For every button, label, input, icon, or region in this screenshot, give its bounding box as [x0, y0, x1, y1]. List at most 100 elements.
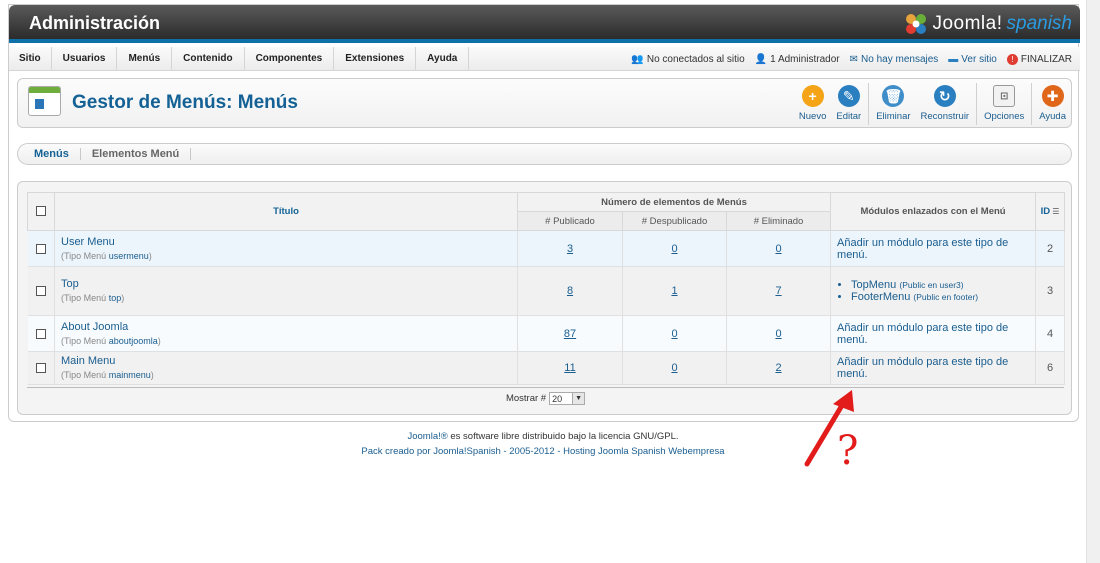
published-count-link[interactable]: 11: [564, 362, 575, 374]
modules-cell: Añadir un módulo para este tipo de menú.: [830, 230, 1037, 267]
add-module-link[interactable]: Añadir un módulo para este tipo de menú.: [837, 237, 1008, 261]
eliminar-button[interactable]: 🗑 Eliminar: [871, 83, 915, 125]
menu-type: (Tipo Menú aboutjoomla): [61, 335, 161, 346]
toolbar: Gestor de Menús: Menús + Nuevo ✎ Editar 🗑 Eli…: [17, 78, 1072, 128]
not-connected-label: No conectados al sitio: [646, 53, 745, 65]
table-row: Main Menu (Tipo Menú mainmenu) 11 0 2 Añadir …: [27, 351, 1066, 385]
sort-icon: ☰: [1050, 207, 1060, 216]
menu-title-link[interactable]: Top: [61, 278, 511, 290]
reconstruir-button[interactable]: ↻ Reconstruir: [916, 83, 975, 125]
id-header-label: ID: [1040, 206, 1051, 217]
unpublished-count-link[interactable]: 1: [671, 285, 677, 297]
view-site-link[interactable]: ▬ Ver sitio: [948, 54, 997, 65]
logout-label: FINALIZAR: [1020, 53, 1072, 65]
show-label: Mostrar #: [505, 393, 547, 404]
joomla-link[interactable]: Joomla!®: [407, 431, 447, 442]
menu-title-link[interactable]: Main Menu: [61, 355, 511, 367]
unpublished-count-link[interactable]: 0: [671, 362, 677, 374]
add-module-link[interactable]: Añadir un módulo para este tipo de menú.: [837, 322, 1008, 346]
toolbar-buttons: + Nuevo ✎ Editar 🗑 Eliminar ↻ Reconstruir ⊡ Opcio…: [794, 83, 1071, 125]
menu-title-link[interactable]: About Joomla: [61, 321, 511, 333]
menu-item-sitio[interactable]: Sitio: [9, 47, 52, 71]
title-cell: Top (Tipo Menú top): [54, 266, 518, 316]
trashed-count-link[interactable]: 7: [775, 285, 781, 297]
logout-link[interactable]: ! FINALIZAR: [1006, 53, 1072, 65]
menu-type: (Tipo Menú usermenu): [61, 250, 152, 261]
module-position-note: (Public en footer): [913, 292, 979, 302]
menu-item-extensiones[interactable]: Extensiones: [334, 47, 417, 71]
not-connected-status: 👥 No conectados al sitio: [631, 54, 744, 65]
select-all-checkbox[interactable]: [36, 206, 46, 217]
unpublished-count-link[interactable]: 0: [671, 328, 677, 340]
menu-type-label: Tipo Menú: [64, 335, 107, 346]
row-checkbox[interactable]: [35, 286, 46, 297]
trashed-column-header: # Eliminado: [725, 211, 832, 231]
published-count-link[interactable]: 3: [567, 243, 573, 255]
trashed-count-link[interactable]: 0: [775, 328, 781, 340]
trashed-count-link[interactable]: 0: [775, 243, 781, 255]
modules-cell: Añadir un módulo para este tipo de menú.: [830, 315, 1037, 352]
menu-item-componentes[interactable]: Componentes: [245, 47, 335, 71]
published-count-link[interactable]: 87: [564, 328, 576, 340]
title-cell: About Joomla (Tipo Menú aboutjoomla): [54, 315, 518, 352]
unpublished-count-link[interactable]: 0: [671, 243, 677, 255]
module-link[interactable]: TopMenu: [851, 279, 896, 291]
menu-item-menús[interactable]: Menús: [117, 47, 173, 71]
credits-footer[interactable]: Pack creado por Joomla!Spanish - 2005-20…: [0, 446, 1086, 457]
menu-type-value: mainmenu: [108, 370, 151, 380]
admins-label: 1 Administrador: [770, 53, 840, 65]
row-checkbox[interactable]: [35, 243, 46, 254]
row-checkbox[interactable]: [35, 363, 46, 374]
question-mark-annotation: ?: [837, 428, 859, 474]
menu-item-usuarios[interactable]: Usuarios: [52, 47, 118, 71]
list-limit-select[interactable]: 20 ▼: [549, 392, 586, 405]
ayuda-button[interactable]: ✚ Ayuda: [1034, 83, 1071, 125]
menu-title-link[interactable]: User Menu: [61, 236, 511, 248]
joomla-logo[interactable]: Joomla! spanish: [904, 10, 1072, 38]
id-cell: 3: [1035, 266, 1066, 316]
main-menubar: Sitio Usuarios Menús Contenido Componentes Ex…: [9, 47, 1080, 71]
menu-item-contenido[interactable]: Contenido: [172, 47, 245, 71]
menus-table: Título Número de elementos de Menús Módu…: [27, 192, 1066, 385]
id-cell: 2: [1035, 230, 1066, 267]
menu-type: (Tipo Menú top): [61, 293, 125, 303]
trashed-cell: 0: [726, 230, 832, 267]
items-count-header: Número de elementos de Menús: [516, 192, 832, 212]
editar-button[interactable]: ✎ Editar: [831, 83, 866, 125]
list-limit-value: 20: [552, 393, 563, 404]
row-checkbox[interactable]: [35, 328, 46, 339]
toolbar-separator: [976, 83, 978, 125]
table-row: Top (Tipo Menú top) 8 1 7 TopMenu (Public en …: [27, 266, 1066, 316]
id-column-header[interactable]: ID ☰: [1035, 192, 1066, 231]
refresh-icon: ↻: [933, 85, 956, 107]
unpublished-cell: 0: [622, 315, 727, 352]
module-link[interactable]: FooterMenu: [851, 291, 910, 303]
messages-link[interactable]: ✉ No hay mensajes: [850, 54, 939, 65]
toolbar-separator: [1031, 83, 1033, 125]
power-icon: !: [1006, 53, 1018, 65]
title-column-header[interactable]: Título: [54, 192, 518, 231]
menu-type-label: Tipo Menú: [64, 250, 107, 261]
tab-menu-items[interactable]: Elementos Menú: [81, 148, 192, 160]
joomla-logo-icon: [906, 14, 927, 34]
toolbar-separator: [868, 83, 870, 125]
logo-text: Joomla!: [932, 13, 1003, 34]
status-area: 👥 No conectados al sitio 👤 1 Administrad…: [631, 47, 1072, 71]
modules-column-header: Módulos enlazados con el Menú: [830, 192, 1037, 231]
published-count-link[interactable]: 8: [567, 285, 573, 297]
opciones-button[interactable]: ⊡ Opciones: [979, 83, 1029, 125]
plus-icon: +: [801, 85, 824, 107]
title-cell: User Menu (Tipo Menú usermenu): [54, 230, 518, 267]
add-module-link[interactable]: Añadir un módulo para este tipo de menú.: [837, 356, 1008, 380]
list-limit-row: Mostrar # 20 ▼: [27, 387, 1064, 409]
menu-item-ayuda[interactable]: Ayuda: [416, 47, 470, 71]
module-position-note: (Public en user3): [899, 280, 964, 290]
window-scrollbar[interactable]: [1086, 0, 1100, 563]
nuevo-button[interactable]: + Nuevo: [794, 83, 831, 125]
published-cell: 3: [517, 230, 623, 267]
toolbar-button-label: Opciones: [984, 111, 1025, 122]
admins-status: 👤 1 Administrador: [755, 54, 840, 65]
trashed-count-link[interactable]: 2: [775, 362, 781, 374]
tab-menus[interactable]: Menús: [34, 148, 81, 160]
modules-cell: Añadir un módulo para este tipo de menú.: [830, 351, 1037, 385]
